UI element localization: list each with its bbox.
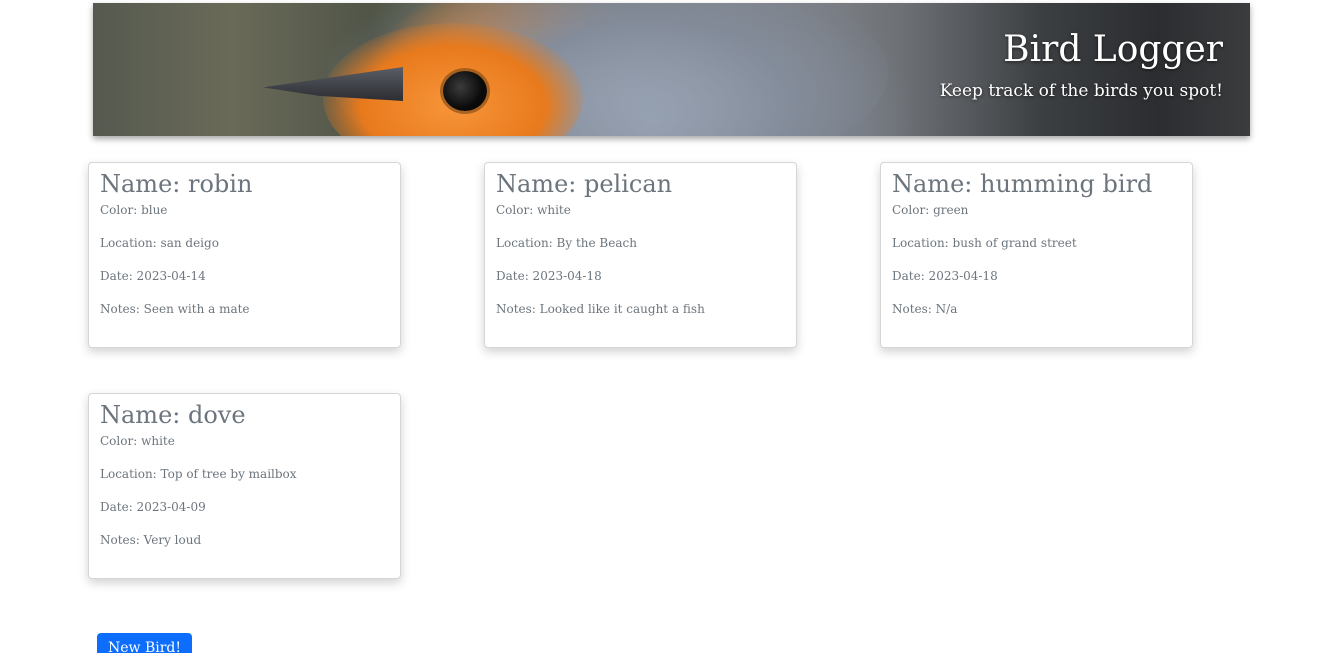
- bird-card: Name: robin Color: blue Location: san de…: [88, 162, 401, 348]
- bird-notes: Notes: Very loud: [100, 533, 202, 548]
- bird-color: Color: white: [100, 434, 175, 449]
- new-bird-button[interactable]: New Bird!: [97, 633, 193, 653]
- bird-color: Color: green: [892, 203, 969, 218]
- bird-name: Name: humming bird: [892, 170, 1153, 198]
- bird-notes: Notes: Seen with a mate: [100, 302, 250, 317]
- page: Bird Logger Keep track of the birds you …: [0, 0, 1341, 653]
- robin-photo-eye: [443, 71, 487, 111]
- bird-date: Date: 2023-04-09: [100, 500, 206, 515]
- bird-name: Name: dove: [100, 401, 246, 429]
- bird-location: Location: By the Beach: [496, 236, 637, 251]
- bird-date: Date: 2023-04-18: [496, 269, 602, 284]
- bird-date: Date: 2023-04-18: [892, 269, 998, 284]
- header-banner: Bird Logger Keep track of the birds you …: [93, 3, 1250, 136]
- bird-location: Location: san deigo: [100, 236, 219, 251]
- bird-card: Name: dove Color: white Location: Top of…: [88, 393, 401, 579]
- site-subtitle: Keep track of the birds you spot!: [939, 81, 1223, 101]
- bird-location: Location: Top of tree by mailbox: [100, 467, 297, 482]
- bird-name: Name: robin: [100, 170, 253, 198]
- bird-name: Name: pelican: [496, 170, 673, 198]
- site-title: Bird Logger: [1003, 29, 1223, 70]
- bird-card: Name: pelican Color: white Location: By …: [484, 162, 797, 348]
- bird-card: Name: humming bird Color: green Location…: [880, 162, 1193, 348]
- bird-notes: Notes: N/a: [892, 302, 958, 317]
- bird-location: Location: bush of grand street: [892, 236, 1077, 251]
- bird-date: Date: 2023-04-14: [100, 269, 206, 284]
- bird-color: Color: white: [496, 203, 571, 218]
- bird-color: Color: blue: [100, 203, 168, 218]
- bird-notes: Notes: Looked like it caught a fish: [496, 302, 705, 317]
